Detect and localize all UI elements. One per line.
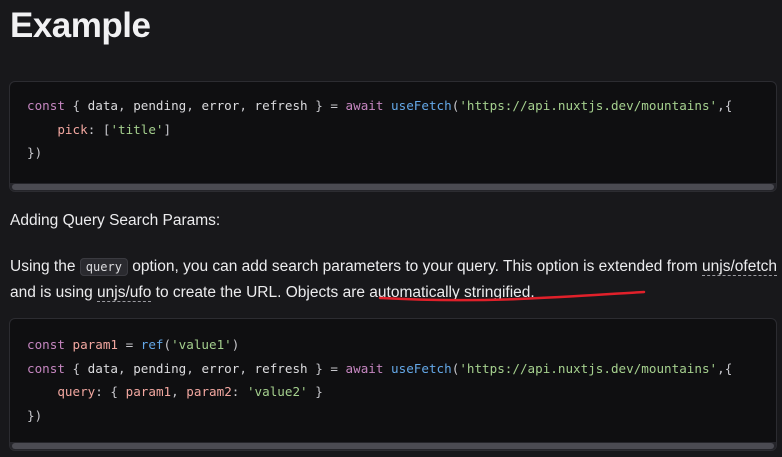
code-line: const { data, pending, error, refresh } … [27, 357, 732, 381]
code-token: error [201, 98, 240, 113]
code-token: const [27, 98, 73, 113]
horizontal-scrollbar[interactable] [10, 183, 776, 191]
code-token: , [186, 360, 202, 376]
code-token: const [27, 337, 73, 352]
code-token: ] [163, 121, 172, 137]
code-token: refresh [254, 98, 316, 113]
para-text: Using the [10, 258, 80, 275]
code-token: param1 [72, 337, 119, 352]
code-token: ,{ [717, 360, 733, 376]
code-token: , [118, 98, 134, 113]
code-token: data [87, 360, 119, 376]
code-token: : [ [87, 121, 111, 137]
code-token: , [118, 360, 134, 376]
code-token: pending [133, 360, 187, 376]
code-token: 'value2' [246, 384, 308, 399]
code-token: 'https://api.nuxtjs.dev/mountains' [459, 360, 718, 376]
code-token: ref [140, 337, 164, 352]
code-token: await [345, 98, 392, 113]
code-line: }) [27, 141, 732, 165]
code-line: const { data, pending, error, refresh } … [27, 94, 732, 118]
code-token: await [345, 360, 392, 376]
code-token: data [87, 98, 119, 113]
code-token: 'value1' [171, 337, 232, 352]
code-token: { [72, 360, 88, 376]
code-token: pending [133, 98, 187, 113]
inline-code-query: query [79, 258, 128, 276]
code-token: useFetch [391, 98, 452, 113]
code-token: ( [163, 337, 172, 352]
code-token: } [307, 384, 323, 399]
code-token: ,{ [717, 98, 733, 113]
horizontal-scrollbar[interactable] [10, 442, 776, 450]
code-line: }) [27, 404, 732, 428]
link-unjs-ofetch[interactable]: unjs/ofetch [702, 258, 777, 276]
red-underline-annotation [378, 290, 646, 302]
section-subtitle: Adding Query Search Params: [10, 212, 221, 229]
code-token: ) [231, 337, 240, 352]
code-line: const param1 = ref('value1') [27, 333, 732, 357]
code-token: , [239, 98, 255, 113]
code-line: query: { param1, param2: 'value2' } [27, 380, 732, 404]
code-token: }) [27, 407, 43, 423]
code-block-usefetch-pick[interactable]: const { data, pending, error, refresh } … [9, 81, 777, 192]
code-token: { [72, 98, 88, 113]
code-token: 'title' [110, 121, 164, 137]
code-token: } = [315, 360, 346, 376]
code-block-usefetch-query[interactable]: const param1 = ref('value1') const { data… [9, 318, 777, 451]
scrollbar-thumb[interactable] [12, 443, 774, 449]
code-token: : { [95, 384, 126, 399]
para-text: option, you can add search parameters to… [127, 258, 703, 275]
code-token: } = [315, 98, 346, 113]
code-token: }) [27, 145, 43, 160]
code-token: error [201, 360, 240, 376]
code-token: = [118, 337, 141, 352]
code-content: const { data, pending, error, refresh } … [27, 94, 732, 165]
scrollbar-thumb[interactable] [12, 184, 774, 190]
code-token: , [186, 98, 202, 113]
code-line: pick: ['title'] [27, 118, 732, 142]
code-token: pick [57, 121, 88, 137]
code-token: refresh [254, 360, 316, 376]
code-token: const [27, 360, 73, 376]
code-token: param2 [186, 384, 232, 399]
link-unjs-ufo[interactable]: unjs/ufo [97, 284, 152, 302]
code-token: 'https://api.nuxtjs.dev/mountains' [459, 98, 718, 113]
code-token: query [57, 384, 96, 399]
page-heading: Example [10, 6, 151, 45]
code-content: const param1 = ref('value1') const { data… [27, 333, 732, 427]
code-token: useFetch [391, 360, 452, 376]
para-text: and is using [10, 284, 98, 301]
code-token: , [239, 360, 255, 376]
code-token: , [171, 384, 187, 399]
code-token: : [231, 384, 247, 399]
code-token: param1 [125, 384, 172, 399]
